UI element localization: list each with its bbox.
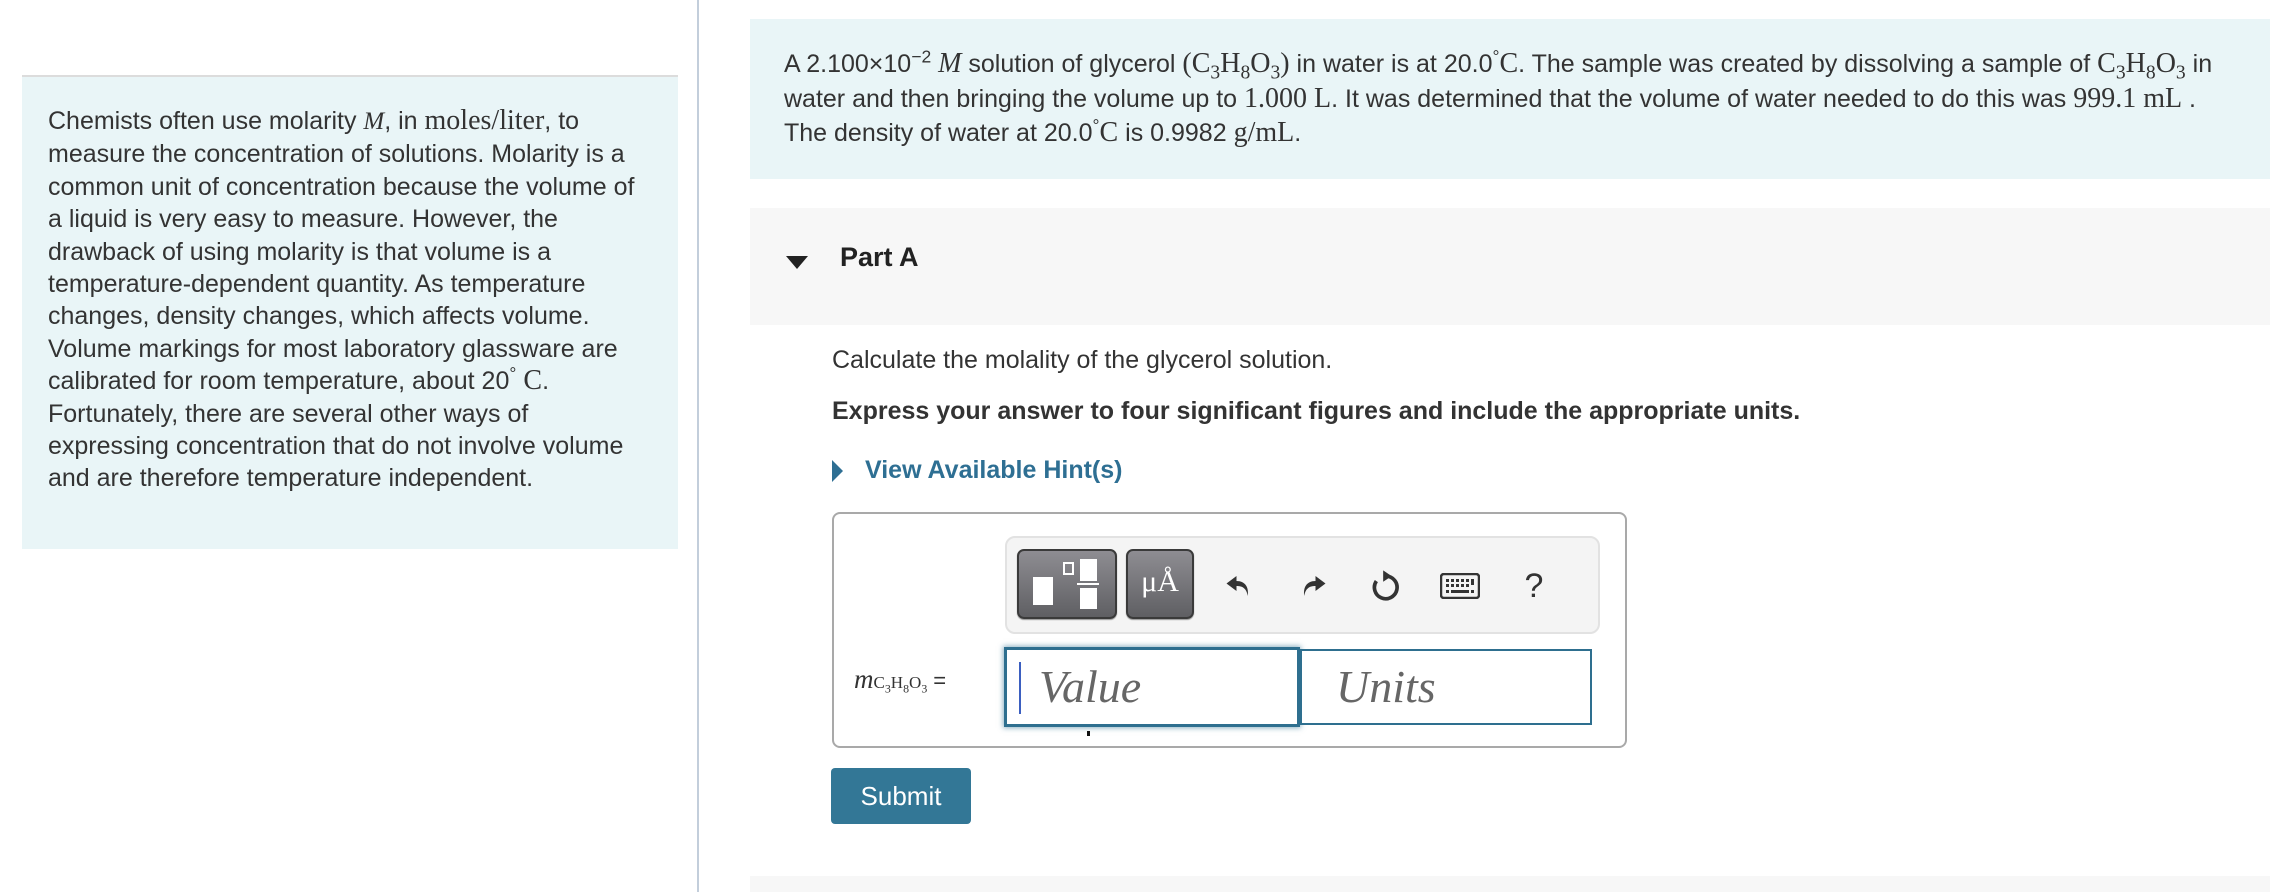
- instruction-text: Express your answer to four significant …: [832, 397, 1801, 425]
- redo-button[interactable]: [1293, 566, 1333, 606]
- units-input[interactable]: Units: [1300, 649, 1592, 725]
- intro-text: , in: [384, 107, 425, 135]
- problem-text: A 2.100×10: [784, 50, 912, 78]
- part-title: Part A: [840, 242, 919, 272]
- problem-text: solution of glycerol: [961, 50, 1183, 78]
- reset-icon: [1372, 570, 1399, 601]
- problem-statement: A 2.100×10−2 M solution of glycerol (C3H…: [750, 19, 2270, 179]
- value-placeholder: Value: [1039, 661, 1142, 712]
- question-text: Calculate the molality of the glycerol s…: [832, 346, 1333, 374]
- help-button[interactable]: ?: [1514, 566, 1554, 606]
- problem-text: . It was determined that the volume of w…: [1331, 84, 2074, 113]
- redo-icon: [1304, 576, 1326, 596]
- water-volume: 999.1 mL: [2073, 82, 2183, 114]
- value-input[interactable]: Value: [1004, 647, 1300, 727]
- keyboard-button[interactable]: [1440, 566, 1480, 606]
- view-hints-toggle[interactable]: View Available Hint(s): [832, 456, 1122, 485]
- intro-panel: Chemists often use molarity M, in moles/…: [22, 75, 678, 549]
- column-divider: [697, 0, 699, 892]
- variable-symbol: m: [854, 664, 874, 694]
- problem-text: is 0.9982: [1118, 119, 1234, 147]
- undo-icon: [1226, 576, 1248, 596]
- problem-text: .: [1294, 119, 1302, 147]
- math-toolbar: μÅ ?: [1005, 536, 1600, 634]
- solution-volume: 1.000 L: [1244, 82, 1332, 114]
- exponent: −2: [911, 46, 932, 67]
- next-part-header: [750, 876, 2270, 892]
- caret-right-icon: [832, 459, 843, 482]
- molarity-unit: moles/liter: [424, 105, 545, 136]
- cursor-mark: [1087, 731, 1090, 736]
- keyboard-icon: [1440, 573, 1480, 599]
- molarity-symbol: M: [363, 108, 385, 135]
- reset-button[interactable]: [1366, 566, 1406, 606]
- part-a-header[interactable]: Part A: [750, 208, 2270, 325]
- glycerol-formula: (C3H8O3): [1182, 48, 1290, 84]
- glycerol-formula: 3C3H8O3: [2097, 48, 2186, 84]
- celsius-unit: C: [1499, 48, 1519, 79]
- problem-text: in water is at 20.0: [1289, 50, 1493, 78]
- intro-text: , to measure the concentration of soluti…: [48, 107, 635, 396]
- variable-subscript: C3H8O3: [873, 673, 928, 696]
- intro-text: Chemists often use molarity: [48, 107, 364, 135]
- units-placeholder: Units: [1336, 661, 1436, 712]
- text-cursor: [1019, 662, 1021, 714]
- celsius-unit: C: [516, 365, 543, 397]
- problem-text: . The sample was created by dissolving a…: [1518, 50, 2098, 78]
- answer-variable-label: mC3H8O3 =: [854, 664, 946, 695]
- molar-symbol: M: [938, 48, 962, 79]
- caret-down-icon[interactable]: [786, 256, 808, 269]
- density-unit: g/mL: [1233, 117, 1295, 148]
- units-button[interactable]: μÅ: [1126, 549, 1194, 619]
- view-hints-link[interactable]: View Available Hint(s): [865, 456, 1122, 485]
- templates-button[interactable]: [1017, 549, 1117, 619]
- undo-button[interactable]: [1219, 566, 1259, 606]
- units-icon: μÅ: [1141, 565, 1179, 598]
- degree-symbol: °: [1092, 115, 1100, 136]
- equals-sign: =: [933, 668, 947, 693]
- answer-box: μÅ ? mC3H8O3 = Value Units: [832, 512, 1627, 748]
- celsius-unit: C: [1099, 117, 1119, 148]
- submit-button[interactable]: Submit: [831, 768, 971, 824]
